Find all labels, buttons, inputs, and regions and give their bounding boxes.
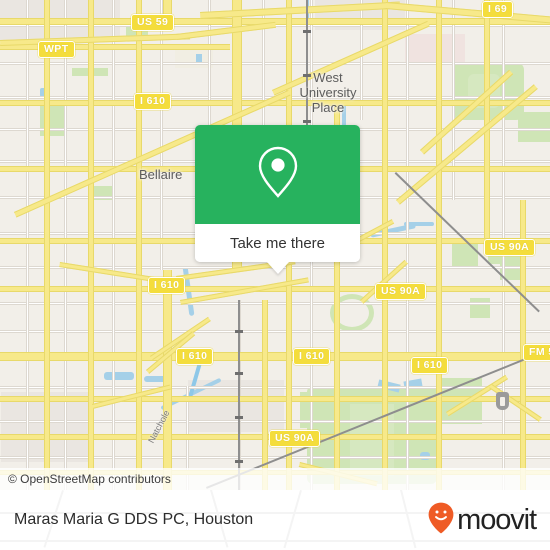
street <box>160 0 163 270</box>
street <box>64 0 67 490</box>
moovit-wordmark: moovit <box>457 503 537 536</box>
route-shield-i-610[interactable]: I 610 <box>148 277 186 294</box>
route-shield-us-90a[interactable]: US 90A <box>375 283 427 300</box>
highway-segment <box>484 0 490 238</box>
highway-i610-south <box>0 352 550 361</box>
street <box>26 0 29 490</box>
map-attribution-bar: © OpenStreetMap contributors <box>0 468 550 490</box>
route-shield-fm-5[interactable]: FM 5 <box>523 344 550 361</box>
route-shield-us-59[interactable]: US 59 <box>131 14 175 31</box>
footer-bar: Maras Maria G DDS PC, Houston moovit <box>0 490 550 550</box>
location-popup[interactable]: Take me there <box>195 125 360 274</box>
attribution-text[interactable]: © OpenStreetMap contributors <box>0 472 171 486</box>
highway-i610-west <box>163 270 172 490</box>
place-label-bellaire: Bellaire <box>139 167 183 182</box>
highway-segment <box>136 0 142 490</box>
highway-segment <box>436 0 442 490</box>
railway-tick <box>235 330 243 333</box>
location-title: Maras Maria G DDS PC, Houston <box>14 511 254 528</box>
railway-tick <box>303 30 311 33</box>
street <box>112 0 115 490</box>
railway-tick <box>235 460 243 463</box>
street <box>406 0 409 490</box>
water-body <box>104 372 134 380</box>
popup-action-button[interactable]: Take me there <box>195 224 360 262</box>
street <box>0 302 550 305</box>
place-label-west-university-place: West University Place <box>299 70 357 115</box>
popup-action-label: Take me there <box>229 234 326 252</box>
street <box>0 62 550 65</box>
street <box>0 330 550 333</box>
railway-tick <box>235 416 243 419</box>
railway-tick <box>235 372 243 375</box>
popup-card: Take me there <box>195 125 360 262</box>
route-shield-i-610[interactable]: I 610 <box>293 348 331 365</box>
route-shield-i-610[interactable]: I 610 <box>176 348 214 365</box>
route-shield-wpt[interactable]: WPT <box>38 41 75 58</box>
moovit-logo[interactable]: moovit <box>428 502 537 539</box>
route-shield-us-90a[interactable]: US 90A <box>269 430 321 447</box>
landuse-park <box>518 112 550 142</box>
highway-segment <box>0 44 230 50</box>
moovit-smiley-pin-icon <box>428 502 454 539</box>
route-shield-i-610[interactable]: I 610 <box>411 357 449 374</box>
route-shield-us-90a[interactable]: US 90A <box>484 239 536 256</box>
map-pin-icon <box>256 144 300 205</box>
popup-tail <box>266 262 289 274</box>
highway-segment <box>88 0 94 490</box>
route-shield-i-610[interactable]: I 610 <box>134 93 172 110</box>
street <box>0 420 550 423</box>
landuse-park <box>470 298 490 318</box>
railway-tick <box>303 120 311 123</box>
poi-marker-glyph <box>500 397 505 406</box>
highway-segment <box>44 0 50 490</box>
street <box>0 386 550 389</box>
landuse-retail <box>405 34 465 62</box>
popup-image-area <box>195 125 360 224</box>
route-shield-i-69[interactable]: I 69 <box>482 1 514 18</box>
map-screenshot: West University Place Bellaire Natchole … <box>0 0 550 550</box>
